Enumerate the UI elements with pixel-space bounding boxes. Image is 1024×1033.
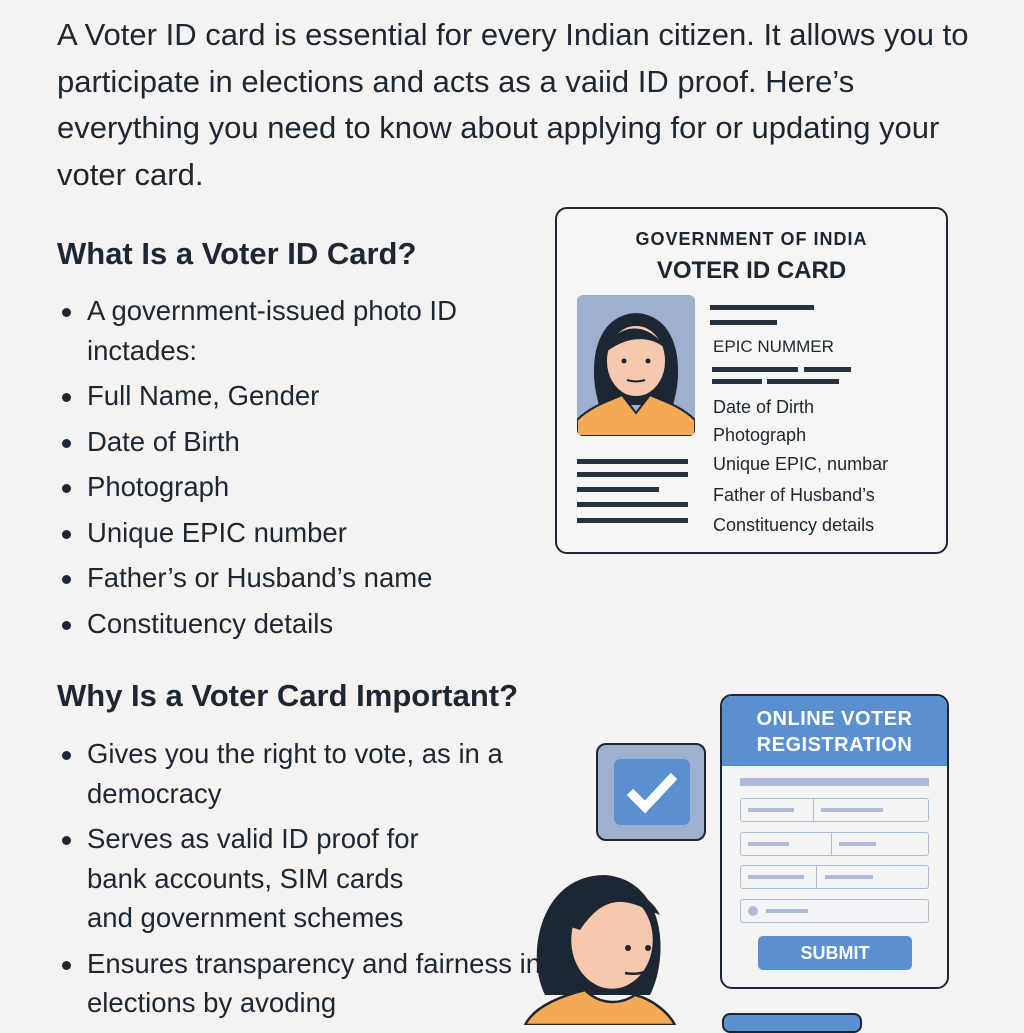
card-field: Constituency details [713, 515, 875, 535]
card-issuer: GOVERNMENT OF INDIA [635, 229, 868, 249]
list-item: Father’s or Husband’s name [62, 558, 532, 598]
card-field: Date of Dirth [713, 397, 815, 417]
card-field: Photograph [713, 425, 807, 445]
online-registration-form: ONLINE VOTER REGISTRATION SUBMIT [720, 694, 949, 989]
form-field[interactable] [740, 899, 929, 923]
list-item: Photograph [62, 467, 532, 507]
list-item: Constituency details [62, 604, 532, 644]
partial-button-illustration [722, 1013, 862, 1033]
list-item: Unique EPIC number [62, 513, 532, 553]
section-heading-what: What Is a Voter ID Card? [57, 236, 417, 271]
form-field[interactable] [740, 865, 929, 889]
card-field: Father of Husband’s [713, 485, 875, 505]
voter-id-contents-list: A government-issued photo ID inctades: F… [62, 291, 532, 649]
person-illustration-icon [520, 855, 690, 1030]
person-photo-icon [577, 295, 695, 436]
voter-card-importance-list: Gives you the right to vote, as in a dem… [62, 734, 542, 1029]
epic-label: EPIC NUMMER [713, 337, 834, 356]
voter-id-card-illustration: GOVERNMENT OF INDIA VOTER ID CARD EPIC N… [555, 207, 948, 554]
list-item: Gives you the right to vote, as in a dem… [62, 734, 542, 813]
list-item: A government-issued photo ID inctades: [62, 291, 532, 370]
list-item: Serves as valid ID proof for bank accoun… [62, 819, 452, 938]
intro-paragraph: A Voter ID card is essential for every I… [57, 17, 969, 192]
card-field: Unique EPIC, numbar [713, 454, 889, 474]
form-field[interactable] [740, 798, 929, 822]
list-item: Date of Birth [62, 422, 532, 462]
section-heading-why: Why Is a Voter Card Important? [57, 678, 519, 713]
list-item: Full Name, Gender [62, 376, 532, 416]
checkbox-checked-icon [596, 743, 706, 841]
card-title: VOTER ID CARD [656, 257, 847, 284]
list-item: Ensures transparency and fairness in ele… [62, 944, 542, 1023]
form-title: ONLINE VOTER REGISTRATION [722, 696, 947, 766]
submit-button[interactable]: SUBMIT [758, 936, 912, 970]
form-field[interactable] [740, 832, 929, 856]
